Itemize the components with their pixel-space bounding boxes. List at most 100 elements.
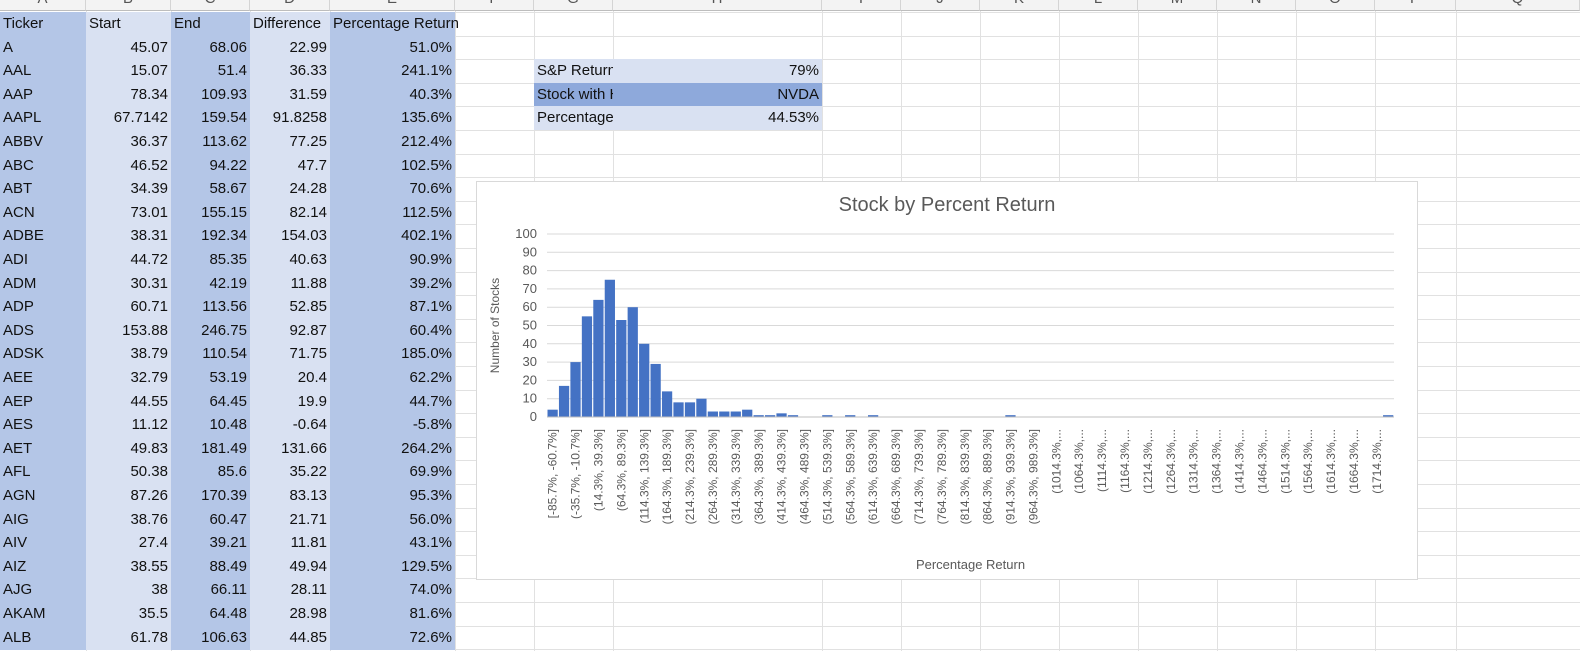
column-header-b[interactable]: B (86, 0, 171, 11)
table-cell[interactable]: 40.63 (250, 248, 330, 272)
table-cell[interactable]: 85.35 (171, 248, 250, 272)
table-cell[interactable]: 11.88 (250, 271, 330, 296)
table-cell[interactable]: ADP (0, 295, 86, 320)
table-cell[interactable]: 24.28 (250, 177, 330, 202)
table-cell[interactable]: AKAM (0, 602, 86, 626)
table-cell[interactable]: ABC (0, 153, 86, 178)
table-cell[interactable]: 30.31 (86, 271, 171, 296)
table-cell[interactable]: 60.47 (171, 507, 250, 532)
table-cell[interactable]: 87.26 (86, 484, 171, 508)
table-cell[interactable]: AET (0, 436, 86, 461)
table-cell[interactable]: 87.1% (330, 295, 455, 320)
table-cell[interactable]: 159.54 (171, 106, 250, 131)
table-cell[interactable]: 32.79 (86, 366, 171, 390)
table-cell[interactable]: AAL (0, 59, 86, 84)
table-cell[interactable]: AAP (0, 82, 86, 107)
column-header-c[interactable]: C (171, 0, 250, 11)
table-cell[interactable]: 35.22 (250, 460, 330, 485)
table-cell[interactable]: 21.71 (250, 507, 330, 532)
table-cell[interactable]: 36.37 (86, 130, 171, 154)
table-cell[interactable]: 31.59 (250, 82, 330, 107)
table-cell[interactable]: 38.79 (86, 342, 171, 367)
table-cell[interactable]: 78.34 (86, 82, 171, 107)
header-cell[interactable]: End (171, 12, 250, 36)
header-cell[interactable]: Difference (250, 12, 330, 36)
table-cell[interactable]: 44.72 (86, 248, 171, 272)
header-cell[interactable]: Percentage Return (330, 12, 470, 36)
table-cell[interactable]: ADS (0, 318, 86, 343)
table-cell[interactable]: AIZ (0, 554, 86, 579)
table-cell[interactable]: 58.67 (171, 177, 250, 202)
table-cell[interactable]: 246.75 (171, 318, 250, 343)
summary-label[interactable]: Stock with Highest Return (534, 82, 613, 107)
column-header-m[interactable]: M (1138, 0, 1217, 11)
table-cell[interactable]: 51.4 (171, 59, 250, 84)
column-header-p[interactable]: P (1375, 0, 1456, 11)
table-cell[interactable]: 11.12 (86, 413, 171, 438)
table-cell[interactable]: 20.4 (250, 366, 330, 390)
column-header-l[interactable]: L (1059, 0, 1138, 11)
table-cell[interactable]: 38.55 (86, 554, 171, 579)
table-cell[interactable]: ACN (0, 200, 86, 225)
summary-value[interactable]: 79% (613, 59, 822, 84)
table-cell[interactable]: 74.0% (330, 578, 455, 603)
table-cell[interactable]: 85.6 (171, 460, 250, 485)
table-cell[interactable]: ADBE (0, 224, 86, 249)
table-cell[interactable]: 92.87 (250, 318, 330, 343)
table-cell[interactable]: 153.88 (86, 318, 171, 343)
table-cell[interactable]: 52.85 (250, 295, 330, 320)
table-cell[interactable]: 49.83 (86, 436, 171, 461)
table-cell[interactable]: 77.25 (250, 130, 330, 154)
table-cell[interactable]: 102.5% (330, 153, 455, 178)
summary-value[interactable]: 44.53% (613, 106, 822, 131)
table-cell[interactable]: 113.56 (171, 295, 250, 320)
table-cell[interactable]: 113.62 (171, 130, 250, 154)
table-cell[interactable]: 51.0% (330, 35, 455, 60)
table-cell[interactable]: 95.3% (330, 484, 455, 508)
table-cell[interactable]: 154.03 (250, 224, 330, 249)
table-cell[interactable]: 68.06 (171, 35, 250, 60)
table-cell[interactable]: 44.85 (250, 625, 330, 650)
table-cell[interactable]: 170.39 (171, 484, 250, 508)
table-cell[interactable]: 81.6% (330, 602, 455, 626)
table-cell[interactable]: ADM (0, 271, 86, 296)
column-header-o[interactable]: O (1296, 0, 1375, 11)
summary-label[interactable]: S&P Return (534, 59, 613, 84)
spreadsheet-grid[interactable]: ABCDEFGHIJKLMNOPQ TickerStartEndDifferen… (0, 0, 1580, 651)
column-header-h[interactable]: H (613, 0, 822, 11)
table-cell[interactable]: 46.52 (86, 153, 171, 178)
table-cell[interactable]: 10.48 (171, 413, 250, 438)
table-cell[interactable]: 131.66 (250, 436, 330, 461)
table-cell[interactable]: AIV (0, 531, 86, 556)
table-cell[interactable]: 22.99 (250, 35, 330, 60)
summary-value[interactable]: NVDA (613, 82, 822, 107)
table-cell[interactable]: AEP (0, 389, 86, 414)
table-cell[interactable]: 90.9% (330, 248, 455, 272)
table-cell[interactable]: AAPL (0, 106, 86, 131)
table-cell[interactable]: -5.8% (330, 413, 455, 438)
table-cell[interactable]: 185.0% (330, 342, 455, 367)
table-cell[interactable]: 47.7 (250, 153, 330, 178)
table-cell[interactable]: 60.71 (86, 295, 171, 320)
table-cell[interactable]: 264.2% (330, 436, 455, 461)
column-header-n[interactable]: N (1217, 0, 1296, 11)
column-header-e[interactable]: E (330, 0, 455, 11)
table-cell[interactable]: ADI (0, 248, 86, 272)
table-cell[interactable]: 83.13 (250, 484, 330, 508)
table-cell[interactable]: 39.21 (171, 531, 250, 556)
table-cell[interactable]: 28.11 (250, 578, 330, 603)
table-cell[interactable]: 50.38 (86, 460, 171, 485)
table-cell[interactable]: 71.75 (250, 342, 330, 367)
table-cell[interactable]: AJG (0, 578, 86, 603)
table-cell[interactable]: 106.63 (171, 625, 250, 650)
table-cell[interactable]: AIG (0, 507, 86, 532)
table-cell[interactable]: ALB (0, 625, 86, 650)
table-cell[interactable]: 64.45 (171, 389, 250, 414)
table-cell[interactable]: 45.07 (86, 35, 171, 60)
table-cell[interactable]: 88.49 (171, 554, 250, 579)
table-cell[interactable]: ADSK (0, 342, 86, 367)
table-cell[interactable]: 66.11 (171, 578, 250, 603)
table-cell[interactable]: 35.5 (86, 602, 171, 626)
table-cell[interactable]: AFL (0, 460, 86, 485)
header-cell[interactable]: Start (86, 12, 171, 36)
